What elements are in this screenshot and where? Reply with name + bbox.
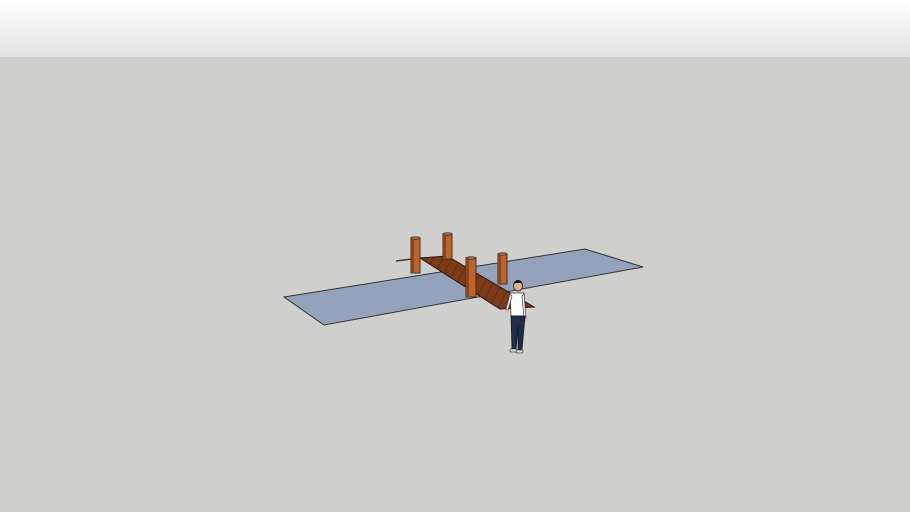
piling-back-right[interactable] — [497, 252, 508, 285]
model-viewport[interactable] — [0, 0, 910, 512]
water-surface[interactable] — [282, 248, 644, 326]
piling-front[interactable] — [465, 256, 477, 298]
piling-back-middle[interactable] — [442, 232, 453, 260]
piling-back-left[interactable] — [410, 236, 421, 274]
